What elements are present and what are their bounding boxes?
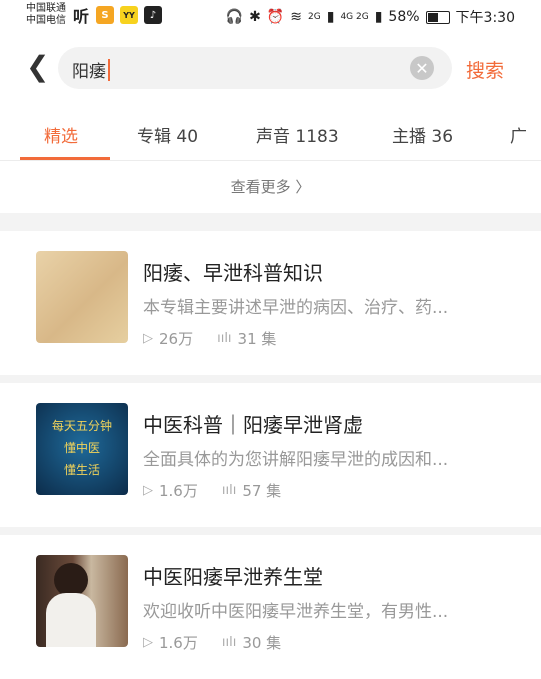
album-meta: ▷ 1.6万 ıılı 57 集 xyxy=(143,480,281,501)
carrier-info: 中国联通 中国电信 xyxy=(26,3,66,27)
s-app-icon: S xyxy=(96,6,114,24)
album-result-2[interactable]: 每天五分钟 懂中医 懂生活 中医科普｜阳痿早泄肾虚 全面具体的为您讲解阳痿早泄的… xyxy=(0,383,541,527)
alarm-icon: ⏰ xyxy=(266,9,285,25)
cover-line-1: 每天五分钟 xyxy=(51,419,112,433)
result-tabs: 精选 专辑 40 声音 1183 主播 36 广 xyxy=(0,102,541,161)
cover-line-3: 懂生活 xyxy=(63,463,100,477)
audio-wave-icon: ıılı xyxy=(217,331,232,346)
network-4g-label: 4G 2G xyxy=(340,12,369,22)
search-query-wrap: 阳痿 xyxy=(72,57,110,82)
search-header: ❮ 阳痿 ✕ 搜索 xyxy=(0,36,541,102)
cover-text: 每天五分钟 懂中医 懂生活 xyxy=(36,415,128,481)
headphone-icon: 🎧 xyxy=(225,9,244,25)
album-result-1[interactable]: 阳痿、早泄科普知识 本专辑主要讲述早泄的病因、治疗、药... ▷ 26万 ııl… xyxy=(0,231,541,375)
signal-icon: ▮ xyxy=(326,9,335,25)
episode-count: 31 集 xyxy=(237,330,277,348)
album-title: 中医阳痿早泄养生堂 xyxy=(143,565,323,589)
album-description: 欢迎收听中医阳痿早泄养生堂，有男性... xyxy=(143,602,449,622)
play-count: 1.6万 xyxy=(159,482,198,500)
battery-icon xyxy=(425,10,450,24)
album-title: 中医科普｜阳痿早泄肾虚 xyxy=(143,413,363,437)
active-tab-indicator xyxy=(20,157,110,160)
play-icon: ▷ xyxy=(143,483,153,498)
episode-count: 57 集 xyxy=(242,482,282,500)
search-button[interactable]: 搜索 xyxy=(466,56,504,83)
album-title: 阳痿、早泄科普知识 xyxy=(143,261,323,285)
status-bar: 中国联通 中国电信 听 S YY ♪ 🎧 ✱ ⏰ ≋ 2G ▮ 4G 2G ▮ … xyxy=(0,0,541,36)
play-count: 26万 xyxy=(159,330,194,348)
album-result-3[interactable]: 中医阳痿早泄养生堂 欢迎收听中医阳痿早泄养生堂，有男性... ▷ 1.6万 ıı… xyxy=(0,535,541,679)
signal-icon-2: ▮ xyxy=(374,9,383,25)
battery-percent: 58% xyxy=(388,9,420,25)
cover-line-2: 懂中医 xyxy=(63,441,100,455)
see-more-link[interactable]: 查看更多 〉 xyxy=(0,161,541,213)
album-cover xyxy=(36,251,128,343)
album-description: 本专辑主要讲述早泄的病因、治疗、药... xyxy=(143,298,449,318)
album-cover xyxy=(36,555,128,647)
album-description: 全面具体的为您讲解阳痿早泄的成因和... xyxy=(143,450,449,470)
network-2g-label: 2G xyxy=(308,12,321,22)
play-icon: ▷ xyxy=(143,331,153,346)
audio-wave-icon: ıılı xyxy=(221,483,237,498)
cover-person xyxy=(54,563,88,597)
search-input[interactable]: 阳痿 ✕ xyxy=(58,47,452,89)
tab-albums[interactable]: 专辑 40 xyxy=(137,122,198,147)
notification-icons: 听 S YY ♪ xyxy=(72,6,162,26)
clock: 下午3:30 xyxy=(455,10,515,26)
system-status: 🎧 ✱ ⏰ ≋ 2G ▮ 4G 2G ▮ 58% 下午3:30 xyxy=(226,7,515,27)
item-divider xyxy=(0,375,541,383)
yy-app-icon: YY xyxy=(120,6,138,24)
section-divider xyxy=(0,213,541,231)
wifi-icon: ≋ xyxy=(290,9,303,25)
tab-more[interactable]: 广 xyxy=(510,122,527,147)
back-icon[interactable]: ❮ xyxy=(26,52,49,82)
tab-featured[interactable]: 精选 xyxy=(44,122,78,147)
text-caret xyxy=(108,58,110,81)
carrier-1: 中国联通 xyxy=(26,3,66,14)
ting-app-icon: 听 xyxy=(72,7,89,26)
tab-sounds[interactable]: 声音 1183 xyxy=(256,122,339,147)
carrier-2: 中国电信 xyxy=(26,15,66,26)
tab-anchors[interactable]: 主播 36 xyxy=(392,122,453,147)
cover-person-body xyxy=(46,593,96,647)
item-divider xyxy=(0,527,541,535)
album-meta: ▷ 26万 ıılı 31 集 xyxy=(143,328,276,349)
search-query-text: 阳痿 xyxy=(72,62,106,82)
bluetooth-icon: ✱ xyxy=(249,9,261,25)
album-cover: 每天五分钟 懂中医 懂生活 xyxy=(36,403,128,495)
clear-icon[interactable]: ✕ xyxy=(410,56,434,80)
tiktok-app-icon: ♪ xyxy=(144,6,162,24)
